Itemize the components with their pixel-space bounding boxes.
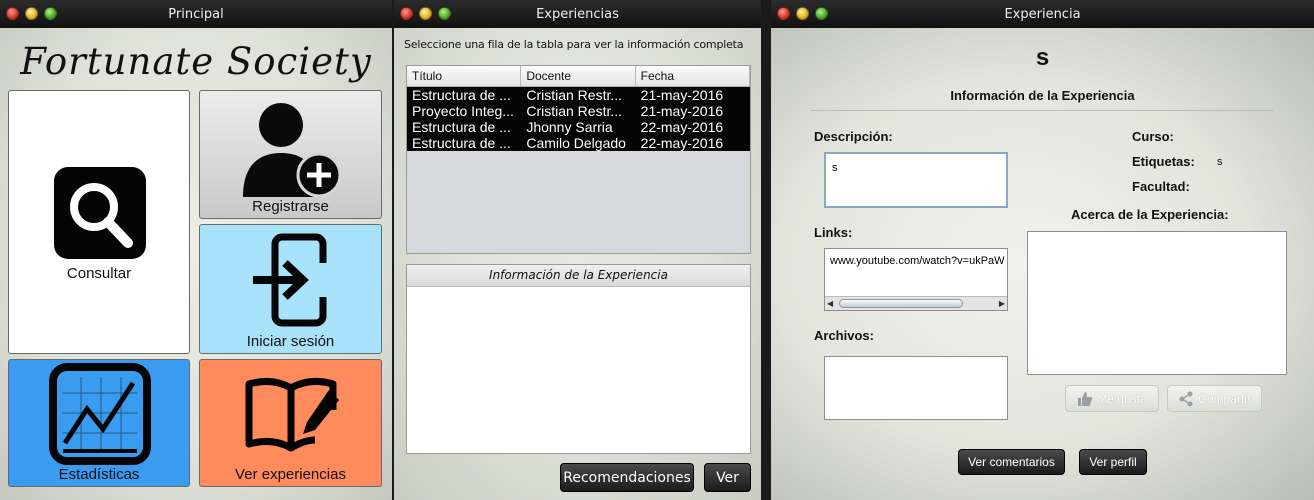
cell-titulo: Proyecto Integ... [412,103,514,119]
experiencia-window: Experiencia s Información de la Experien… [771,0,1314,500]
ver-perfil-button[interactable]: Ver perfil [1079,449,1147,475]
login-icon [253,233,329,327]
zoom-button[interactable] [438,7,451,20]
links-field[interactable]: www.youtube.com/watch?v=ukPaW ◀ ▶ [824,248,1008,311]
descripcion-field[interactable]: s [824,152,1008,208]
descripcion-value: s [832,162,838,174]
close-button[interactable] [400,7,413,20]
cell-fecha: 21-may-2016 [640,103,724,119]
table-row[interactable]: Estructura de ... Camilo Delgado 22-may-… [407,135,750,151]
cell-docente: Jhonny Sarria [526,119,613,135]
window-title: Principal [168,6,224,22]
thumbs-up-icon [1078,391,1093,406]
acerca-label: Acerca de la Experiencia: [1071,207,1229,222]
cell-titulo: Estructura de ... [412,87,511,103]
cell-fecha: 21-may-2016 [640,87,724,103]
ver-comentarios-button[interactable]: Ver comentarios [958,449,1065,475]
table-row[interactable]: Estructura de ... Jhonny Sarria 22-may-2… [407,119,750,135]
curso-label: Curso: [1132,129,1174,144]
estadisticas-label: Estadísticas [58,466,140,483]
minimize-button[interactable] [25,7,38,20]
experiencia-titlebar: Experiencia [771,0,1314,28]
registrarse-label: Registrarse [252,198,329,215]
experiencias-window: Experiencias Seleccione una fila de la t… [394,0,761,500]
instruction-text: Seleccione una fila de la tabla para ver… [404,38,744,51]
ver-button[interactable]: Ver [704,463,751,492]
link-item[interactable]: www.youtube.com/watch?v=ukPaW [830,255,1006,267]
experience-name: s [1035,44,1050,71]
cell-fecha: 22-may-2016 [640,135,724,151]
search-icon [54,167,146,259]
close-button[interactable] [6,7,19,20]
me-gusta-button[interactable]: Me gusta [1065,385,1159,412]
minimize-button[interactable] [796,7,809,20]
compartir-button[interactable]: Compartir [1167,385,1262,412]
ver-experiencias-label: Ver experiencias [235,466,346,483]
horizontal-scrollbar[interactable]: ◀ ▶ [825,296,1007,310]
cell-docente: Cristian Restr... [526,87,623,103]
recomendaciones-button[interactable]: Recomendaciones [560,463,694,492]
facultad-label: Facultad: [1132,179,1190,194]
divider [811,110,1274,111]
cell-docente: Cristian Restr... [526,103,623,119]
book-edit-icon [245,377,339,452]
cell-titulo: Estructura de ... [412,119,511,135]
zoom-button[interactable] [815,7,828,20]
info-panel-header: Información de la Experiencia [407,265,750,287]
consultar-tile[interactable]: Consultar [8,90,190,354]
table-row[interactable]: Estructura de ... Cristian Restr... 21-m… [407,87,750,103]
scrollbar-thumb[interactable] [839,299,963,308]
descripcion-label: Descripción: [814,129,893,144]
me-gusta-label: Me gusta [1097,391,1147,406]
window-controls [6,7,57,20]
iniciar-sesion-tile[interactable]: Iniciar sesión [199,224,382,354]
window-title: Experiencias [536,6,619,22]
column-header-titulo[interactable]: Título [407,66,522,86]
zoom-button[interactable] [44,7,57,20]
links-label: Links: [814,225,853,240]
scroll-left-icon[interactable]: ◀ [827,299,833,308]
principal-titlebar: Principal [0,0,392,28]
window-controls [777,7,828,20]
window-title: Experiencia [1004,6,1081,22]
etiquetas-value: s [1217,156,1223,168]
principal-window: Principal Fortunate Society Consultar Re… [0,0,392,500]
cell-docente: Camilo Delgado [526,135,626,151]
experiencias-titlebar: Experiencias [394,0,761,28]
cell-fecha: 22-may-2016 [640,119,724,135]
experience-info-panel: Información de la Experiencia [406,264,751,454]
app-title: Fortunate Society [20,40,372,83]
window-controls [400,7,451,20]
cell-titulo: Estructura de ... [412,135,511,151]
experiences-table[interactable]: Título Docente Fecha Estructura de ... C… [406,65,751,254]
registrarse-tile[interactable]: Registrarse [199,90,382,219]
iniciar-sesion-label: Iniciar sesión [246,333,335,350]
compartir-label: Compartir [1198,391,1251,406]
section-title: Información de la Experiencia [950,88,1135,103]
share-icon [1179,391,1193,406]
table-row[interactable]: Proyecto Integ... Cristian Restr... 21-m… [407,103,750,119]
estadisticas-tile[interactable]: Estadísticas [8,359,190,487]
archivos-label: Archivos: [814,328,874,343]
ver-experiencias-tile[interactable]: Ver experiencias [199,359,382,487]
consultar-label: Consultar [66,265,132,282]
close-button[interactable] [777,7,790,20]
archivos-field[interactable] [824,356,1008,420]
table-header: Título Docente Fecha [407,66,750,87]
etiquetas-label: Etiquetas: [1132,154,1195,169]
acerca-field[interactable] [1027,231,1287,375]
column-header-docente[interactable]: Docente [521,66,636,86]
scroll-right-icon[interactable]: ▶ [999,299,1005,308]
minimize-button[interactable] [419,7,432,20]
column-header-fecha[interactable]: Fecha [636,66,750,86]
chart-icon [49,363,151,465]
add-user-icon [243,103,341,197]
